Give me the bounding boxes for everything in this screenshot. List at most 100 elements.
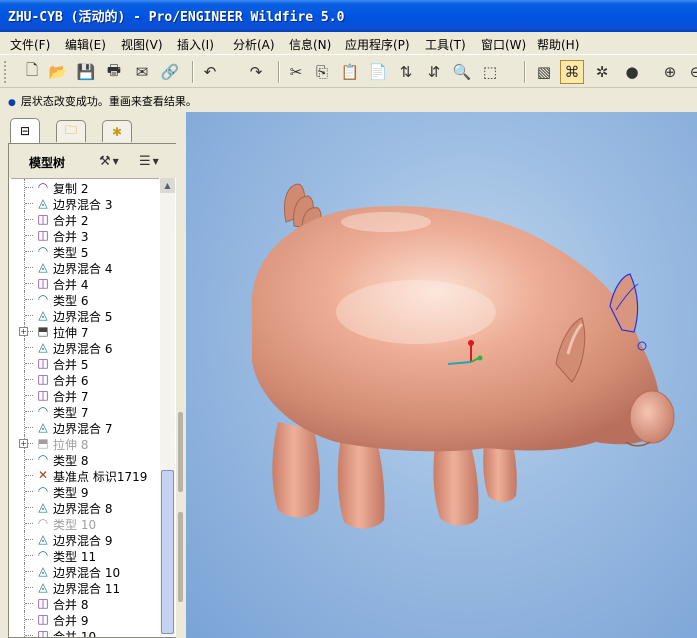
toolbar-grip[interactable] [4, 61, 9, 83]
new-icon: 🗋 [25, 60, 39, 79]
tree-item[interactable]: ◫ 合并 8 [11, 595, 159, 612]
expand-icon[interactable]: + [19, 439, 28, 448]
save-button[interactable]: 💾 [74, 60, 98, 84]
main-toolbar: 🗋 📂 💾 🖶 ✉ 🔗 ↶ ↷ ✂ ⎘ 📋 📄 ⇅ ⇵ 🔍 ⬚ ▧ ⌘ ✲ ● ⊕ ⊖ [0, 54, 697, 88]
tree-item[interactable]: ◠ 类型 7 [11, 403, 159, 420]
redo-button[interactable]: ↷ [244, 60, 268, 84]
regenerate-button[interactable]: ⇅ [394, 60, 418, 84]
tree-item[interactable]: ◫ 合并 5 [11, 355, 159, 372]
datum-axis-toggle-button[interactable]: ⌘ [560, 60, 584, 84]
find-button[interactable]: 🔍 [450, 60, 474, 84]
tree-item[interactable]: ◫ 合并 9 [11, 611, 159, 628]
tree-item[interactable]: ◬ 边界混合 8 [11, 499, 159, 516]
menu-edit[interactable]: 编辑(E) [65, 36, 106, 53]
copy-button[interactable]: ⎘ [310, 60, 334, 84]
tree-item[interactable]: ◫ 合并 7 [11, 387, 159, 404]
menu-window[interactable]: 窗口(W) [481, 36, 526, 53]
tab-favorites[interactable]: ✱ [102, 120, 132, 142]
tree-item[interactable]: ◠ 复制 2 [11, 179, 159, 196]
tree-item[interactable]: ◠ 类型 10 [11, 515, 159, 532]
boundary-feature-icon: ◬ [38, 308, 48, 322]
type-feature-icon: ◠ [37, 244, 49, 258]
regenerate-icon: ⇅ [399, 63, 413, 81]
tree-item[interactable]: ◠ 类型 9 [11, 483, 159, 500]
folder-icon: 🗀 [64, 123, 77, 137]
graphics-viewport[interactable] [186, 112, 697, 638]
tree-item[interactable]: ◫ 合并 6 [11, 371, 159, 388]
menu-file[interactable]: 文件(F) [10, 36, 50, 53]
zoom-in-button[interactable]: ⊕ [658, 60, 682, 84]
spin-center-button[interactable]: ✲ [590, 60, 614, 84]
undo-button[interactable]: ↶ [198, 60, 222, 84]
shading-button[interactable]: ● [620, 60, 644, 84]
tree-item[interactable]: ◬ 边界混合 11 [11, 579, 159, 596]
regen-manager-button[interactable]: ⇵ [422, 60, 446, 84]
menu-applications[interactable]: 应用程序(P) [345, 36, 410, 53]
tree-item[interactable]: ◠ 类型 8 [11, 451, 159, 468]
splitter-grip[interactable] [178, 412, 183, 492]
tree-item[interactable]: ✕ 基准点 标识1719 [11, 467, 159, 484]
menu-help[interactable]: 帮助(H) [537, 36, 579, 53]
tree-item[interactable]: ◠ 类型 6 [11, 291, 159, 308]
boundary-feature-icon: ◬ [38, 196, 48, 210]
scroll-up-button[interactable]: ▲ [160, 178, 175, 193]
boundary-feature-icon: ◬ [38, 420, 48, 434]
print-button[interactable]: 🖶 [102, 60, 126, 84]
tree-item[interactable]: ◬ 边界混合 5 [11, 307, 159, 324]
cut-button[interactable]: ✂ [284, 60, 308, 84]
tree-item[interactable]: ◬ 边界混合 9 [11, 531, 159, 548]
menu-view[interactable]: 视图(V) [121, 36, 163, 53]
regen-manager-icon: ⇵ [427, 63, 441, 81]
tree-connector [25, 315, 33, 316]
panel-splitter[interactable] [176, 112, 186, 638]
tree-item[interactable]: ◠ 类型 5 [11, 243, 159, 260]
tree-settings-button[interactable]: ⚒ ▼ [99, 150, 119, 172]
select-box-button[interactable]: ⬚ [478, 60, 502, 84]
send-mail-button[interactable]: ✉ [130, 60, 154, 84]
tree-item[interactable]: ◬ 边界混合 6 [11, 339, 159, 356]
datum-plane-toggle-button[interactable]: ▧ [532, 60, 556, 84]
open-button[interactable]: 📂 [46, 60, 70, 84]
tree-show-button[interactable]: ☰ ▼ [139, 150, 159, 172]
paste-special-button[interactable]: 📄 [366, 60, 390, 84]
menu-info[interactable]: 信息(N) [289, 36, 331, 53]
tree-item[interactable]: ◬ 边界混合 7 [11, 419, 159, 436]
tree-item[interactable]: ◬ 边界混合 10 [11, 563, 159, 580]
menu-tools[interactable]: 工具(T) [425, 36, 466, 53]
tree-connector [25, 475, 33, 476]
redo-icon: ↷ [249, 63, 263, 81]
tree-item[interactable]: ◬ 边界混合 4 [11, 259, 159, 276]
tree-item[interactable]: ◫ 合并 2 [11, 211, 159, 228]
tree-item[interactable]: + ⬒ 拉伸 7 [11, 323, 159, 340]
tab-folder-browser[interactable]: 🗀 [56, 120, 86, 142]
pig-model[interactable] [186, 112, 697, 638]
datum-point-feature-icon: ✕ [37, 468, 49, 482]
tree-item[interactable]: ◬ 边界混合 3 [11, 195, 159, 212]
menu-insert[interactable]: 插入(I) [177, 36, 214, 53]
model-tree-list[interactable]: ◠ 复制 2 ◬ 边界混合 3 ◫ 合并 2 ◫ 合并 3 ◠ 类型 5 ◬ 边界混合 4 ◫ 合并 4 ◠… [11, 178, 159, 637]
send-link-button[interactable]: 🔗 [158, 60, 182, 84]
expand-icon[interactable]: + [19, 327, 28, 336]
tools-icon: ⚒ [99, 153, 111, 169]
tree-item[interactable]: ◫ 合并 4 [11, 275, 159, 292]
paste-special-icon: 📄 [368, 63, 388, 81]
tree-item[interactable]: ◠ 类型 11 [11, 547, 159, 564]
tree-item[interactable]: + ⬒ 拉伸 8 [11, 435, 159, 452]
tree-connector [25, 379, 33, 380]
tree-scrollbar[interactable]: ▲ [160, 178, 175, 636]
tab-model-tree[interactable]: ⊟ [10, 118, 40, 143]
menu-analysis[interactable]: 分析(A) [233, 36, 275, 53]
zoom-out-button[interactable]: ⊖ [684, 60, 697, 84]
zoom-out-icon: ⊖ [689, 63, 697, 81]
tree-connector [25, 427, 33, 428]
splitter-grip[interactable] [178, 512, 183, 602]
paste-button[interactable]: 📋 [338, 60, 362, 84]
pig-highlight [336, 280, 496, 344]
tree-connector [25, 587, 33, 588]
datum-axis-toggle-icon: ⌘ [564, 63, 580, 81]
tree-item[interactable]: ◫ 合并 3 [11, 227, 159, 244]
status-message: 层状态改变成功。重画来查看结果。 [20, 95, 197, 108]
tree-item[interactable]: ◫ 合并 10 [11, 627, 159, 637]
scroll-thumb[interactable] [161, 470, 174, 634]
new-button[interactable]: 🗋 [20, 60, 44, 84]
